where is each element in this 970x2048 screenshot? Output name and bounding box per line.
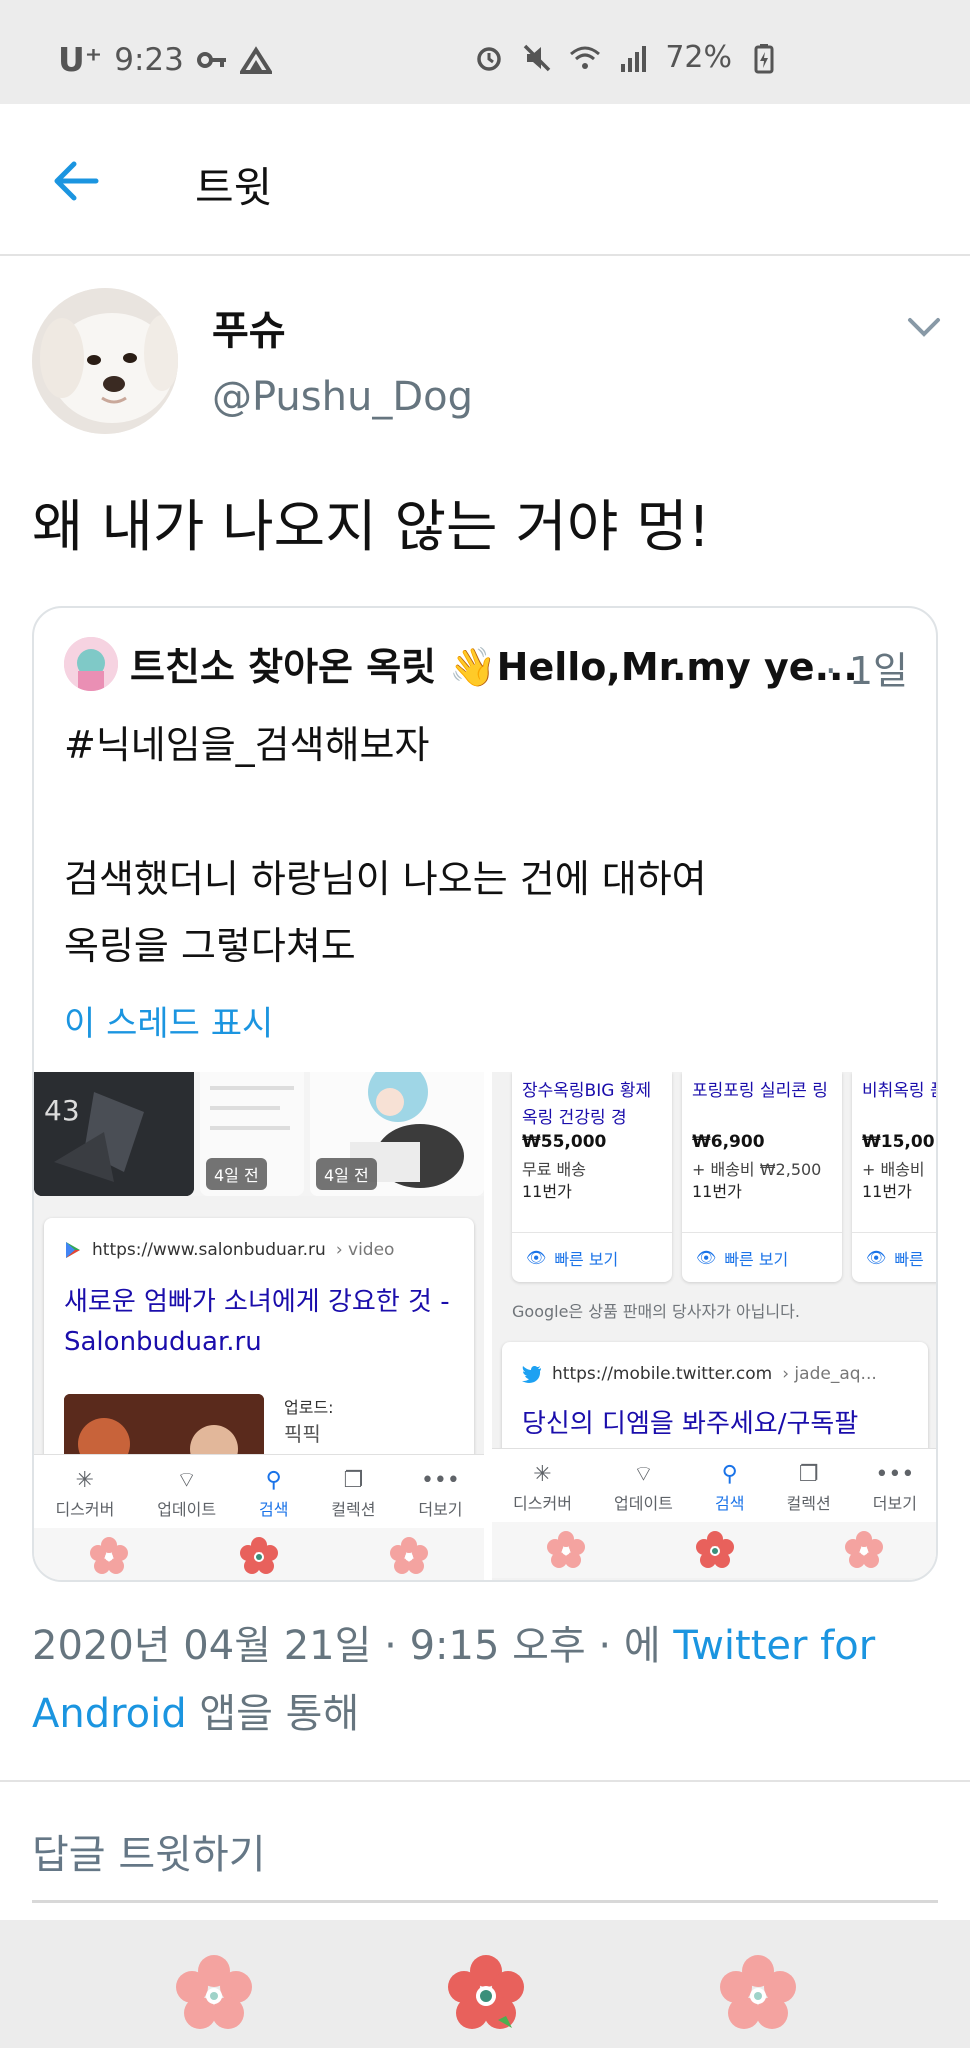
google-disclaimer: Google은 상품 판매의 당사자가 아닙니다. [512, 1302, 800, 1321]
bookmark-icon: ❐ [343, 1468, 364, 1493]
flower-icon[interactable] [174, 1954, 254, 2034]
bottom-nav [0, 1920, 970, 2048]
chevron-down-icon[interactable] [904, 312, 944, 342]
result-url-path: › jade_aq... [782, 1364, 877, 1384]
twitter-bird-icon [522, 1366, 541, 1383]
nav-search[interactable]: ⚲ 검색 [715, 1462, 744, 1514]
flower-icon [390, 1537, 428, 1574]
reply-underline [32, 1900, 938, 1903]
result-meta-value: 픽픽 [284, 1422, 321, 1446]
google-bottom-nav: ✳ 디스커버 ⌔ 업데이트 ⚲ 검색 ❐ 컬렉션 ••• 더보기 [34, 1454, 484, 1528]
nav-collections[interactable]: ❐ 컬렉션 [331, 1468, 375, 1520]
nav-collections[interactable]: ❐ 컬렉션 [787, 1462, 831, 1514]
attached-image-right[interactable]: 장수옥링BIG 황제 옥링 건강링 경 ₩55,000 무료 배송 11번가 👁… [492, 1072, 936, 1580]
updates-icon: ⌔ [176, 1468, 197, 1493]
more-icon: ••• [875, 1462, 915, 1487]
carrier-label: U⁺ [58, 40, 103, 79]
page-title: 트윗 [195, 163, 273, 212]
app-nav-strip [34, 1528, 484, 1580]
author-handle[interactable]: @Pushu_Dog [212, 374, 473, 420]
app-nav-strip [492, 1522, 936, 1578]
result-title[interactable]: 당신의 디엠을 봐주세요/구독팔 [522, 1404, 922, 1444]
product-card[interactable]: 포링포링 실리콘 링 ₩6,900 + 배송비 ₩2,500 11번가 👁 빠른 … [682, 1072, 842, 1282]
tweet-timestamp: 2020년 04월 21일 · 9:15 오후 · 에 Twitter for … [32, 1623, 876, 1737]
thumbnail-strip: 43 4일 전 4일 전 [34, 1072, 484, 1196]
result-title[interactable]: 새로운 엄빠가 소녀에게 강요한 것 - Salonbuduar.ru [64, 1282, 464, 1362]
quick-view-button[interactable]: 👁 빠른 [852, 1232, 936, 1282]
result-url: https://mobile.twitter.com [552, 1364, 773, 1384]
nav-updates[interactable]: ⌔ 업데이트 [614, 1462, 673, 1514]
result-meta-label: 업로드: [284, 1398, 334, 1417]
search-icon: ⚲ [265, 1468, 282, 1493]
attached-image-left[interactable]: 43 4일 전 4일 전 https://www.salonbuduar.ru … [34, 1072, 484, 1580]
nav-more[interactable]: ••• 더보기 [873, 1462, 917, 1514]
quote-body: #닉네임을_검색해보자 검색했더니 하랑님이 나오는 건에 대하여 옥링을 그렇… [64, 712, 707, 980]
wifi-icon [570, 46, 601, 69]
battery-percent: 72% [665, 40, 732, 75]
eye-icon: 👁 [526, 1248, 547, 1267]
quote-line: 옥링을 그렇다쳐도 [64, 924, 356, 968]
divider [0, 1780, 970, 1782]
quote-line: 검색했더니 하랑님이 나오는 건에 대하여 [64, 857, 707, 901]
shopping-results: 장수옥링BIG 황제 옥링 건강링 경 ₩55,000 무료 배송 11번가 👁… [492, 1072, 936, 1292]
updates-icon: ⌔ [633, 1462, 654, 1487]
flower-icon-active [695, 1531, 734, 1568]
show-thread-link[interactable]: 이 스레드 표시 [64, 996, 273, 1045]
asterisk-icon: ✳ [75, 1468, 95, 1493]
nav-discover[interactable]: ✳ 디스커버 [55, 1468, 114, 1520]
signal-icon [621, 45, 647, 72]
quote-line: #닉네임을_검색해보자 [64, 723, 430, 767]
alarm-icon [477, 46, 502, 71]
video-thumbnail: 43 [34, 1072, 194, 1196]
asterisk-icon: ✳ [533, 1462, 552, 1487]
nav-discover[interactable]: ✳ 디스커버 [513, 1462, 572, 1514]
status-bar: U⁺ 9:23 72% [0, 0, 970, 104]
flower-icon [547, 1531, 586, 1568]
thread-thumbnail: 4일 전 [200, 1072, 304, 1196]
dog-photo [32, 288, 178, 434]
quick-view-button[interactable]: 👁 빠른 보기 [682, 1232, 842, 1282]
thumb-badge: 4일 전 [316, 1158, 377, 1190]
status-time: 9:23 [114, 41, 184, 78]
reply-input[interactable]: 답글 트윗하기 [32, 1822, 266, 1880]
tweet-text: 왜 내가 나오지 않는 거야 멍! [32, 495, 711, 560]
quote-author-name: 트친소 찾아온 옥릿 👋Hello,Mr.my ye... [130, 645, 858, 689]
back-arrow-icon[interactable] [48, 154, 102, 208]
result-url-path: › video [335, 1240, 395, 1260]
anime-thumbnail: 4일 전 [310, 1072, 484, 1196]
flower-icon [844, 1531, 883, 1568]
eye-icon: 👁 [696, 1248, 717, 1267]
result-url: https://www.salonbuduar.ru [92, 1240, 326, 1260]
battery-charging-icon [754, 43, 774, 73]
play-store-icon [66, 1242, 80, 1258]
search-icon: ⚲ [721, 1462, 738, 1487]
app-header: 트윗 [0, 104, 970, 256]
product-card[interactable]: 장수옥링BIG 황제 옥링 건강링 경 ₩55,000 무료 배송 11번가 👁… [512, 1072, 672, 1282]
nav-updates[interactable]: ⌔ 업데이트 [157, 1468, 216, 1520]
google-bottom-nav: ✳ 디스커버 ⌔ 업데이트 ⚲ 검색 ❐ 컬렉션 ••• 더보기 [492, 1448, 936, 1522]
flower-icon-active [240, 1537, 278, 1574]
quick-view-button[interactable]: 👁 빠른 보기 [512, 1232, 672, 1282]
author-avatar[interactable] [32, 288, 178, 434]
thumb-badge: 4일 전 [206, 1158, 267, 1190]
bookmark-icon: ❐ [798, 1462, 819, 1487]
eye-icon: 👁 [866, 1248, 887, 1267]
nav-search[interactable]: ⚲ 검색 [259, 1468, 288, 1520]
quoted-tweet-card[interactable]: 트친소 찾아온 옥릿 👋Hello,Mr.my ye... · 1일 #닉네임을… [32, 606, 938, 1582]
nav-more[interactable]: ••• 더보기 [418, 1468, 462, 1520]
quote-author-avatar [64, 636, 118, 691]
flower-icon[interactable] [718, 1954, 798, 2034]
key-icon [196, 51, 226, 68]
flower-icon [90, 1537, 128, 1574]
triangle-app-icon [239, 45, 272, 74]
quote-time: · 1일 [824, 649, 908, 693]
mute-icon [524, 44, 551, 71]
author-name[interactable]: 푸슈 [212, 298, 286, 356]
product-card[interactable]: 비취옥링 품 경량미 ₩15,00 + 배송비 11번가 👁빠른 [852, 1072, 936, 1282]
more-icon: ••• [420, 1468, 460, 1493]
quote-line [64, 779, 707, 846]
flower-icon-active[interactable] [446, 1954, 526, 2034]
